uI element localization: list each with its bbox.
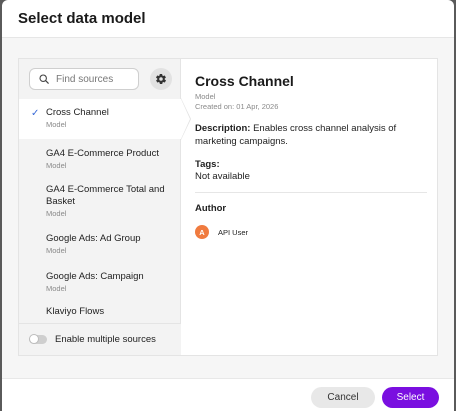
source-item-google-ads-ad-group[interactable]: Google Ads: Ad Group Model: [19, 226, 181, 265]
source-item-ga4-ecommerce-total[interactable]: GA4 E-Commerce Total and Basket Model: [19, 176, 181, 226]
dialog-header: Select data model: [2, 0, 454, 38]
source-list: ✓ Cross Channel Model GA4 E-Commerce Pro…: [19, 99, 181, 321]
source-name: Cross Channel: [46, 107, 109, 118]
search-icon: [39, 74, 49, 84]
source-panel: ✓ Cross Channel Model GA4 E-Commerce Pro…: [18, 58, 438, 356]
search-box[interactable]: [29, 68, 139, 90]
multi-source-toggle-row: Enable multiple sources: [19, 323, 181, 355]
author-row: A API User: [195, 225, 427, 239]
detail-divider: [195, 192, 427, 193]
multi-source-toggle[interactable]: [29, 334, 47, 344]
source-item-cross-channel[interactable]: ✓ Cross Channel Model: [19, 99, 181, 139]
source-type: Model: [46, 246, 67, 255]
source-item-klaviyo-flows[interactable]: Klaviyo Flows: [19, 303, 181, 321]
select-data-model-dialog: Select data model Find sources ✓ Cross C…: [2, 0, 454, 411]
check-icon: ✓: [31, 108, 40, 119]
source-name: GA4 E-Commerce Product: [46, 148, 159, 159]
source-name: Google Ads: Ad Group: [46, 233, 141, 244]
source-type: Model: [46, 161, 67, 170]
source-type: Model: [46, 120, 67, 129]
dialog-body: ✓ Cross Channel Model GA4 E-Commerce Pro…: [2, 38, 454, 378]
source-type: Model: [46, 284, 67, 293]
source-list-column: ✓ Cross Channel Model GA4 E-Commerce Pro…: [19, 59, 181, 355]
cancel-button[interactable]: Cancel: [311, 387, 375, 408]
author-name: API User: [218, 227, 249, 237]
detail-type: Model: [195, 92, 216, 101]
tags-label: Tags:: [195, 159, 220, 170]
toggle-knob: [29, 334, 39, 344]
source-name: GA4 E-Commerce Total and Basket: [46, 184, 165, 207]
gear-icon: [156, 73, 166, 85]
avatar: A: [195, 225, 209, 239]
source-name: Klaviyo Flows: [46, 306, 105, 317]
settings-button[interactable]: [150, 68, 172, 90]
multi-source-toggle-label: Enable multiple sources: [55, 334, 156, 345]
author-label: Author: [195, 203, 227, 214]
dialog-title: Select data model: [18, 10, 146, 27]
tags-value: Not available: [195, 171, 250, 182]
source-details: Cross Channel Model Created on: 01 Apr, …: [195, 73, 427, 239]
selection-pointer: [181, 99, 190, 139]
source-type: Model: [46, 209, 67, 218]
detail-description: Description: Enables cross channel analy…: [195, 123, 427, 148]
detail-title: Cross Channel: [195, 73, 294, 89]
source-item-ga4-ecommerce-product[interactable]: GA4 E-Commerce Product Model: [19, 139, 181, 176]
detail-created-date: Created on: 01 Apr, 2026: [195, 102, 279, 111]
select-button[interactable]: Select: [382, 387, 439, 408]
search-input[interactable]: [56, 73, 136, 85]
source-name: Google Ads: Campaign: [46, 271, 144, 282]
description-label: Description:: [195, 123, 251, 134]
source-item-google-ads-campaign[interactable]: Google Ads: Campaign Model: [19, 265, 181, 303]
dialog-footer: Cancel Select: [2, 378, 454, 411]
